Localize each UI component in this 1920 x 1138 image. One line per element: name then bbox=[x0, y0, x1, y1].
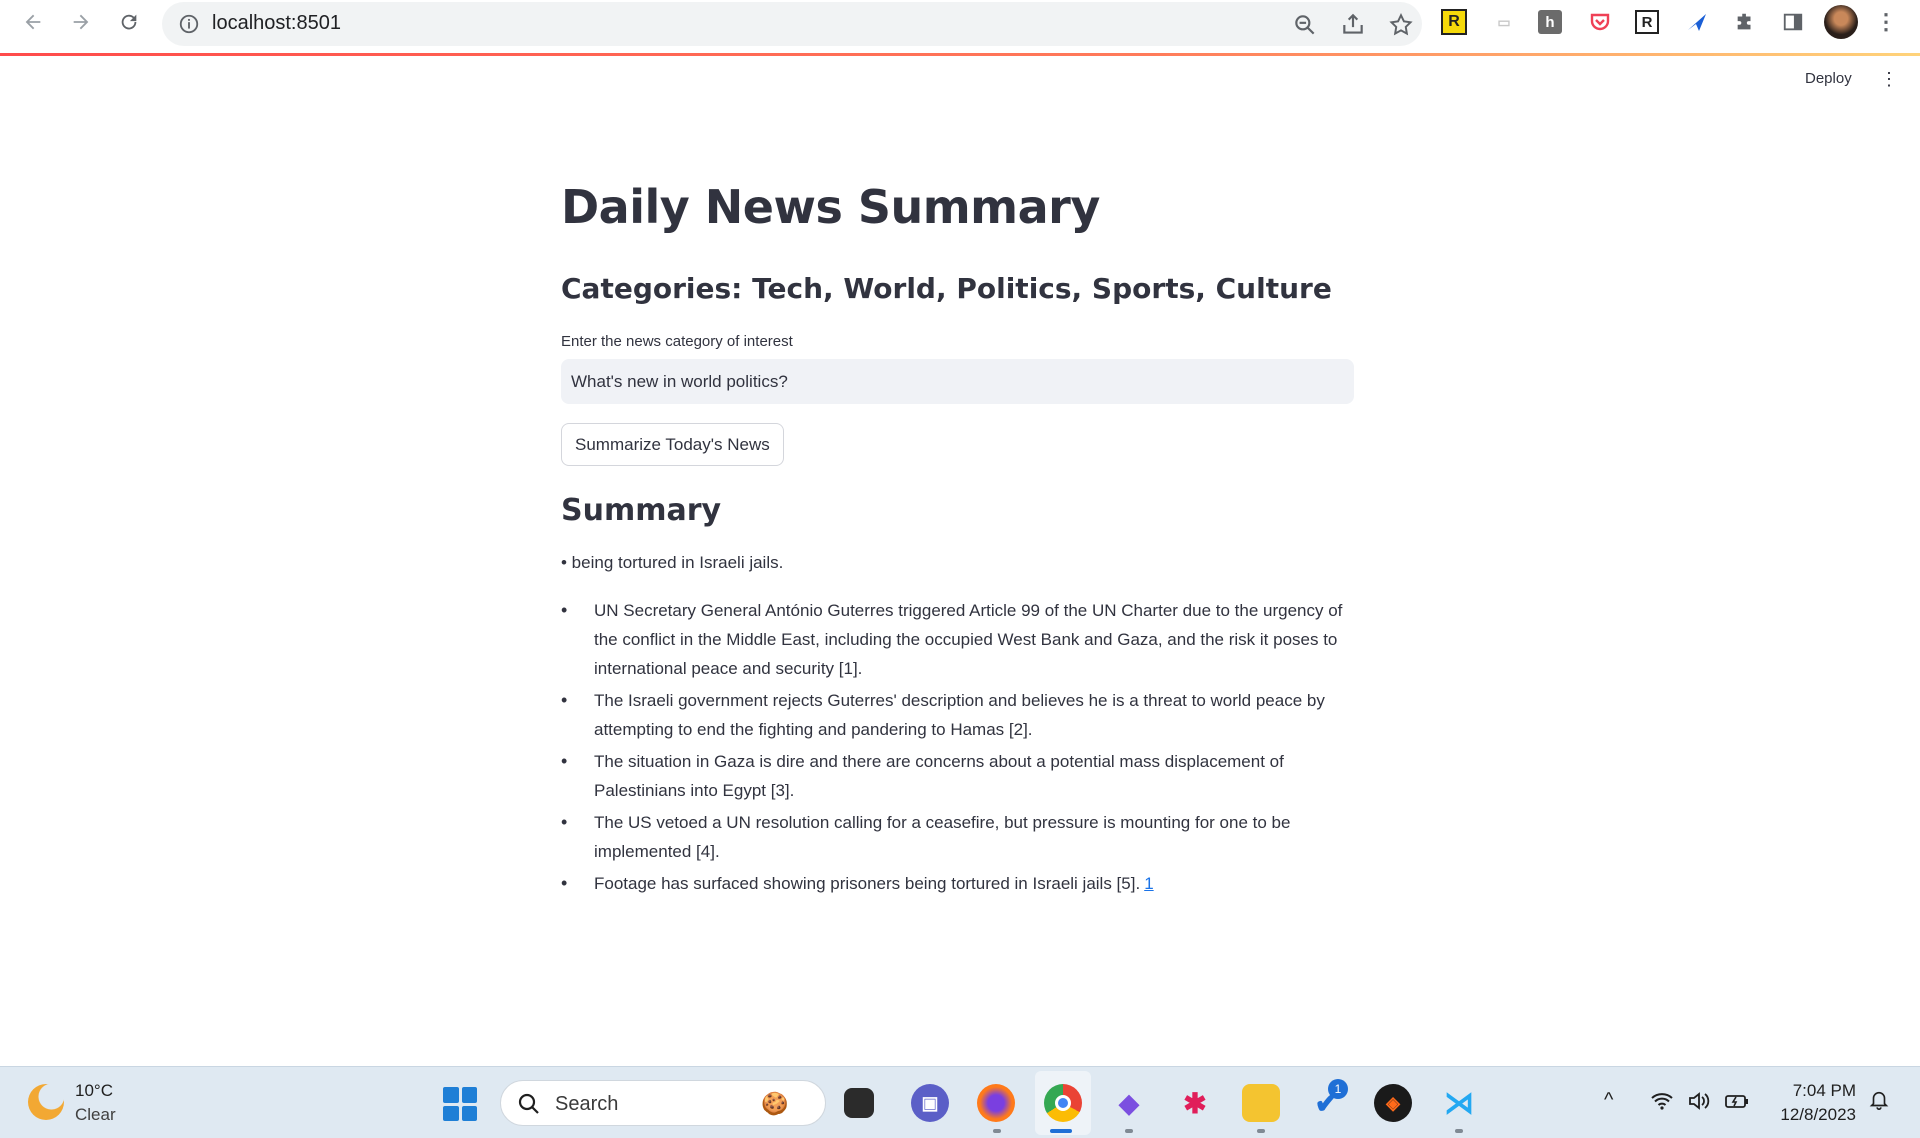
teams-chat-icon[interactable]: ▣ bbox=[911, 1084, 949, 1122]
obsidian-icon[interactable]: ◆ bbox=[1110, 1084, 1148, 1122]
taskbar-search[interactable]: Search 🍪 bbox=[500, 1080, 826, 1126]
file-explorer-icon[interactable] bbox=[1242, 1084, 1280, 1122]
info-icon[interactable] bbox=[178, 13, 200, 35]
input-label: Enter the news category of interest bbox=[561, 333, 793, 350]
moon-weather-icon[interactable] bbox=[28, 1084, 64, 1120]
share-icon[interactable] bbox=[1340, 12, 1366, 38]
firefox-icon[interactable] bbox=[977, 1084, 1015, 1122]
taskbar-running-indicator bbox=[1125, 1129, 1133, 1133]
chevron-up-icon[interactable]: ^ bbox=[1604, 1089, 1613, 1112]
volume-icon[interactable] bbox=[1687, 1089, 1711, 1119]
page-title: Daily News Summary bbox=[561, 180, 1100, 234]
profile-avatar[interactable] bbox=[1824, 5, 1858, 39]
taskbar-running-indicator bbox=[993, 1129, 1001, 1133]
chrome-icon[interactable] bbox=[1044, 1084, 1082, 1122]
taskbar-running-indicator bbox=[1257, 1129, 1265, 1133]
list-item: The situation in Gaza is dire and there … bbox=[561, 747, 1354, 805]
taskbar-search-placeholder: Search bbox=[555, 1093, 619, 1115]
windows-start-icon[interactable] bbox=[443, 1087, 477, 1121]
taskbar-active-indicator bbox=[1050, 1129, 1072, 1133]
task-view-icon[interactable] bbox=[844, 1088, 874, 1118]
slack-icon[interactable]: ✱ bbox=[1176, 1084, 1214, 1122]
list-item: UN Secretary General António Guterres tr… bbox=[561, 596, 1354, 683]
taskbar-running-indicator bbox=[1455, 1129, 1463, 1133]
list-item-text: UN Secretary General António Guterres tr… bbox=[594, 601, 1343, 678]
readwise-extension-icon[interactable]: R bbox=[1441, 9, 1467, 35]
send-extension-icon[interactable] bbox=[1683, 8, 1711, 36]
list-item: The US vetoed a UN resolution calling fo… bbox=[561, 808, 1354, 866]
list-item: The Israeli government rejects Guterres'… bbox=[561, 686, 1354, 744]
reload-button[interactable] bbox=[114, 7, 144, 37]
printer-extension-icon[interactable]: ▭ bbox=[1490, 8, 1518, 36]
address-bar[interactable]: localhost:8501 bbox=[162, 2, 1422, 46]
main-content: Daily News Summary Categories: Tech, Wor… bbox=[561, 180, 1354, 898]
search-highlight-icon: 🍪 bbox=[761, 1091, 789, 1116]
reload-icon bbox=[121, 14, 137, 30]
category-input[interactable] bbox=[561, 359, 1354, 404]
arrow-left-icon bbox=[25, 14, 41, 30]
summary-heading: Summary bbox=[561, 493, 722, 528]
categories-subtitle: Categories: Tech, World, Politics, Sport… bbox=[561, 272, 1332, 305]
list-item-text: The US vetoed a UN resolution calling fo… bbox=[594, 813, 1291, 861]
h-extension-icon[interactable]: h bbox=[1538, 10, 1562, 34]
zoom-icon[interactable] bbox=[1292, 12, 1318, 38]
windows-taskbar: 10°C Clear Search 🍪 ▣ ◆ ✱ ✔ 1 ◈ ⋊ ^ 7:04… bbox=[0, 1066, 1920, 1138]
list-item-text: The situation in Gaza is dire and there … bbox=[594, 752, 1284, 800]
app-orange-icon[interactable]: ◈ bbox=[1374, 1084, 1412, 1122]
pocket-extension-icon[interactable] bbox=[1586, 8, 1614, 36]
wifi-icon[interactable] bbox=[1650, 1089, 1674, 1119]
list-item: Footage has surfaced showing prisoners b… bbox=[561, 869, 1354, 898]
search-icon bbox=[518, 1093, 539, 1114]
chrome-menu-icon[interactable]: ⋮ bbox=[1872, 8, 1900, 36]
summarize-button[interactable]: Summarize Today's News bbox=[561, 423, 784, 466]
clock-date[interactable]: 12/8/2023 bbox=[1768, 1105, 1856, 1125]
vscode-icon[interactable]: ⋊ bbox=[1440, 1084, 1478, 1122]
extensions-puzzle-icon[interactable] bbox=[1731, 8, 1759, 36]
weather-description[interactable]: Clear bbox=[75, 1105, 116, 1125]
summary-lead-text: • being tortured in Israeli jails. bbox=[561, 553, 784, 572]
summary-list: UN Secretary General António Guterres tr… bbox=[561, 596, 1354, 901]
url-text[interactable]: localhost:8501 bbox=[212, 12, 341, 35]
list-item-text: Footage has surfaced showing prisoners b… bbox=[594, 874, 1141, 893]
forward-button[interactable] bbox=[66, 7, 96, 37]
battery-icon[interactable] bbox=[1724, 1089, 1750, 1119]
main-menu-icon[interactable]: ⋮ bbox=[1880, 70, 1898, 88]
bookmark-star-icon[interactable] bbox=[1388, 12, 1414, 38]
back-button[interactable] bbox=[18, 7, 48, 37]
list-item-text: The Israeli government rejects Guterres'… bbox=[594, 691, 1325, 739]
weather-temperature[interactable]: 10°C bbox=[75, 1081, 113, 1101]
side-panel-icon[interactable] bbox=[1779, 8, 1807, 36]
deploy-button[interactable]: Deploy bbox=[1805, 70, 1852, 87]
browser-toolbar: localhost:8501 R ▭ h R ⋮ bbox=[0, 0, 1920, 55]
notification-badge: 1 bbox=[1328, 1079, 1348, 1099]
r-extension-icon[interactable]: R bbox=[1635, 10, 1659, 34]
arrow-right-icon bbox=[73, 14, 89, 30]
footnote-link[interactable]: 1 bbox=[1144, 874, 1153, 893]
streamlit-decoration-bar bbox=[0, 53, 1920, 56]
clock-time[interactable]: 7:04 PM bbox=[1788, 1081, 1856, 1101]
notifications-icon[interactable] bbox=[1868, 1089, 1890, 1117]
